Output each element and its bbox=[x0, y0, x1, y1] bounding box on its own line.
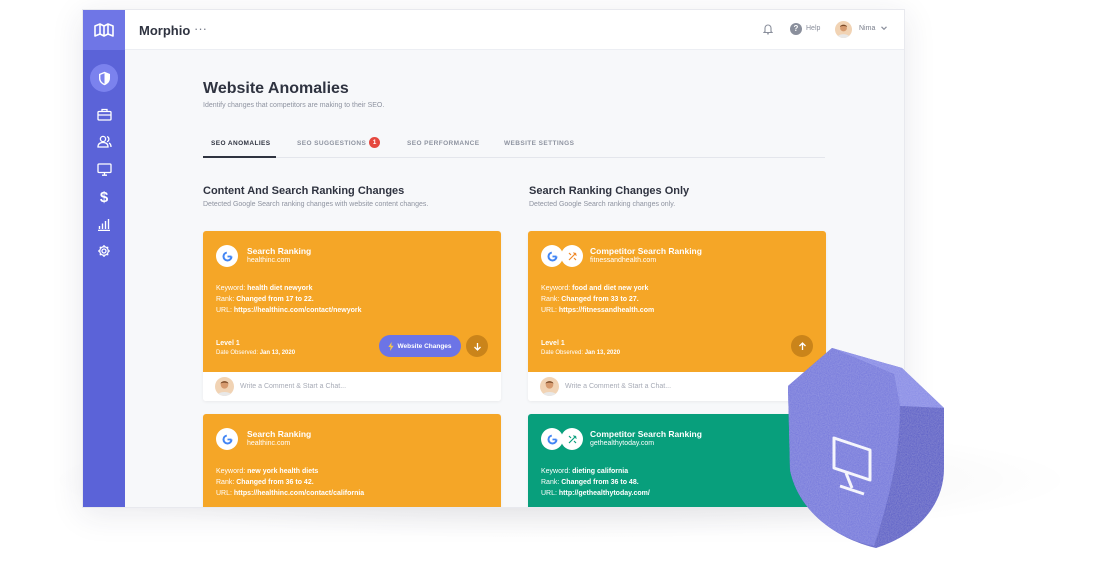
keyword-row: Keyword: food and diet new york bbox=[541, 285, 649, 292]
url-row: URL: http://gethealthytoday.com/ bbox=[541, 490, 650, 497]
keyword-row: Keyword: new york health diets bbox=[216, 468, 319, 475]
keyword-row: Keyword: dieting california bbox=[541, 468, 629, 475]
anomaly-card[interactable]: Competitor Search Ranking fitnessandheal… bbox=[528, 231, 826, 401]
anomaly-card[interactable]: Search Ranking healthinc.com Keyword: ne… bbox=[203, 414, 501, 507]
website-changes-button[interactable]: Website Changes bbox=[379, 335, 461, 357]
column-title-content-changes: Content And Search Ranking Changes bbox=[203, 185, 405, 197]
briefcase-icon bbox=[96, 108, 112, 121]
avatar bbox=[540, 377, 559, 396]
rank-row: Rank: Changed from 36 to 48. bbox=[541, 479, 639, 486]
rank-row: Rank: Changed from 17 to 22. bbox=[216, 296, 314, 303]
card-title: Competitor Search Ranking bbox=[590, 429, 702, 439]
comment-input[interactable]: Write a Comment & Start a Chat... bbox=[240, 383, 346, 390]
comment-bar: Write a Comment & Start a Chat... bbox=[528, 372, 826, 401]
url-row: URL: https://healthinc.com/contact/calif… bbox=[216, 490, 365, 497]
level-label: Level 1 bbox=[216, 340, 240, 347]
dollar-icon: $ bbox=[99, 188, 109, 206]
card-header: Competitor Search Ranking fitnessandheal… bbox=[528, 231, 826, 372]
chevron-down-icon[interactable] bbox=[880, 24, 888, 32]
tab-seo-suggestions[interactable]: SEO SUGGESTIONS bbox=[297, 140, 366, 147]
date-observed: Date Observed: Jan 13, 2020 bbox=[216, 350, 296, 356]
gear-icon bbox=[98, 245, 110, 257]
help-icon[interactable]: ? bbox=[790, 23, 802, 35]
users-icon bbox=[96, 135, 112, 148]
top-bar: Morphio ··· ? Help Nima bbox=[125, 10, 904, 50]
column-subtitle-ranking-only: Detected Google Search ranking changes o… bbox=[529, 201, 676, 208]
card-header: Search Ranking healthinc.com Keyword: ne… bbox=[203, 414, 501, 507]
url-row: URL: https://fitnessandhealth.com bbox=[541, 307, 655, 314]
sidebar-item-billing[interactable]: $ bbox=[83, 184, 125, 210]
avatar[interactable] bbox=[835, 21, 852, 38]
google-icon bbox=[541, 245, 563, 267]
anomaly-card[interactable]: Search Ranking healthinc.com Keyword: he… bbox=[203, 231, 501, 401]
help-link[interactable]: Help bbox=[806, 25, 820, 32]
shield-icon bbox=[98, 71, 110, 85]
security-shield-illustration bbox=[788, 348, 944, 548]
tab-seo-anomalies[interactable]: SEO ANOMALIES bbox=[211, 140, 271, 147]
notification-badge: 1 bbox=[369, 137, 380, 148]
card-title: Search Ranking bbox=[247, 429, 312, 439]
column-title-ranking-only: Search Ranking Changes Only bbox=[529, 185, 690, 197]
active-tab-indicator bbox=[203, 156, 276, 158]
tab-bar: SEO ANOMALIES SEO SUGGESTIONS 1 SEO PERF… bbox=[203, 134, 825, 158]
rank-row: Rank: Changed from 33 to 27. bbox=[541, 296, 639, 303]
app-logo[interactable] bbox=[83, 10, 125, 50]
sidebar-item-security[interactable] bbox=[83, 64, 125, 92]
user-name[interactable]: Nima bbox=[859, 25, 875, 32]
card-title: Search Ranking bbox=[247, 246, 312, 256]
avatar bbox=[215, 377, 234, 396]
rank-down-button[interactable] bbox=[466, 335, 488, 357]
sidebar: $ bbox=[83, 10, 125, 507]
card-title: Competitor Search Ranking bbox=[590, 246, 702, 256]
level-label: Level 1 bbox=[541, 340, 565, 347]
brand-name: Morphio bbox=[139, 23, 191, 38]
keyword-row: Keyword: health diet newyork bbox=[216, 285, 313, 292]
anomaly-card[interactable]: Competitor Search Ranking gethealthytoda… bbox=[528, 414, 826, 507]
tab-website-settings[interactable]: WEBSITE SETTINGS bbox=[504, 140, 574, 147]
card-domain: fitnessandhealth.com bbox=[590, 257, 657, 264]
comment-input[interactable]: Write a Comment & Start a Chat... bbox=[565, 383, 671, 390]
competitor-icon bbox=[561, 245, 583, 267]
page-title: Website Anomalies bbox=[203, 80, 349, 97]
bar-chart-icon bbox=[98, 218, 110, 231]
rank-row: Rank: Changed from 36 to 42. bbox=[216, 479, 314, 486]
column-subtitle-content-changes: Detected Google Search ranking changes w… bbox=[203, 201, 429, 208]
google-icon bbox=[216, 245, 238, 267]
card-domain: healthinc.com bbox=[247, 257, 291, 264]
comment-bar: Write a Comment & Start a Chat... bbox=[203, 372, 501, 401]
sidebar-item-projects[interactable] bbox=[83, 101, 125, 127]
card-domain: gethealthytoday.com bbox=[590, 440, 655, 447]
url-row: URL: https://healthinc.com/contact/newyo… bbox=[216, 307, 362, 314]
card-header: Search Ranking healthinc.com Keyword: he… bbox=[203, 231, 501, 372]
sidebar-item-users[interactable] bbox=[83, 128, 125, 154]
more-menu-icon[interactable]: ··· bbox=[194, 21, 207, 36]
competitor-icon bbox=[561, 428, 583, 450]
card-header: Competitor Search Ranking gethealthytoda… bbox=[528, 414, 826, 507]
bell-icon[interactable] bbox=[763, 23, 773, 35]
card-domain: healthinc.com bbox=[247, 440, 291, 447]
arrow-down-icon bbox=[473, 342, 481, 351]
date-observed: Date Observed: Jan 13, 2020 bbox=[541, 350, 621, 356]
google-icon bbox=[541, 428, 563, 450]
sidebar-item-settings[interactable] bbox=[83, 238, 125, 264]
map-logo-icon bbox=[94, 23, 114, 37]
page-subtitle: Identify changes that competitors are ma… bbox=[203, 102, 385, 109]
tab-seo-performance[interactable]: SEO PERFORMANCE bbox=[407, 140, 479, 147]
google-icon bbox=[216, 428, 238, 450]
monitor-icon bbox=[96, 162, 112, 176]
sidebar-item-monitor[interactable] bbox=[83, 156, 125, 182]
app-window: $ Morphio ··· ? Help Nima Website Anomal… bbox=[82, 9, 905, 508]
sidebar-item-reports[interactable] bbox=[83, 211, 125, 237]
lightning-icon bbox=[388, 341, 395, 351]
